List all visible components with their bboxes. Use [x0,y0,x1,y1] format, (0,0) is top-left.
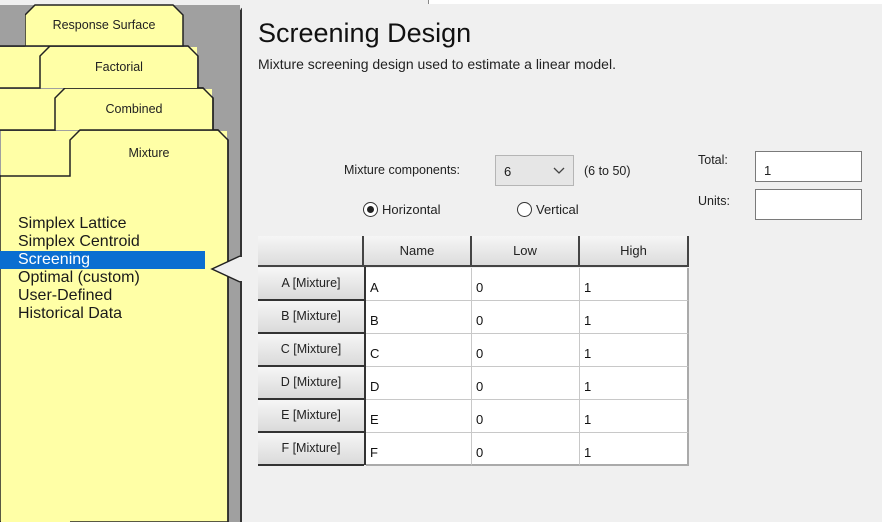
top-strip [428,0,882,4]
cell-high[interactable]: 1 [580,433,689,466]
page-subtitle: Mixture screening design used to estimat… [258,56,616,72]
cell-name[interactable]: B [366,301,472,334]
row-header[interactable]: F [Mixture] [258,433,364,466]
tab-mixture[interactable]: Mixture [70,146,228,160]
cell-high[interactable]: 1 [580,268,689,301]
cell-low[interactable]: 0 [472,367,580,400]
tab-response-surface[interactable]: Response Surface [25,18,183,32]
cell-name[interactable]: A [366,268,472,301]
row-header[interactable]: B [Mixture] [258,301,364,334]
cell-name[interactable]: E [366,400,472,433]
cell-low[interactable]: 0 [472,433,580,466]
row-header[interactable]: E [Mixture] [258,400,364,433]
list-item-optimal-custom[interactable]: Optimal (custom) [0,269,205,287]
units-label: Units: [698,194,730,208]
cell-high[interactable]: 1 [580,301,689,334]
total-input[interactable] [755,151,862,182]
cell-low[interactable]: 0 [472,334,580,367]
tab-factorial[interactable]: Factorial [40,60,198,74]
list-item-user-defined[interactable]: User-Defined [0,287,205,305]
mixture-design-list: Simplex Lattice Simplex Centroid Screeni… [0,215,205,323]
cell-low[interactable]: 0 [472,268,580,301]
total-label: Total: [698,153,728,167]
units-input[interactable] [755,189,862,220]
list-item-screening[interactable]: Screening [0,251,205,269]
list-item-simplex-centroid[interactable]: Simplex Centroid [0,233,205,251]
row-header-separator [364,267,366,465]
radio-vertical[interactable]: Vertical [517,202,579,217]
tab-combined[interactable]: Combined [55,102,213,116]
radio-vertical-label: Vertical [536,202,579,217]
cell-low[interactable]: 0 [472,400,580,433]
radio-selected-icon [363,202,378,217]
cell-name[interactable]: D [366,367,472,400]
cell-name[interactable]: C [366,334,472,367]
radio-unselected-icon [517,202,532,217]
mixture-components-label: Mixture components: [344,163,461,177]
radio-horizontal-label: Horizontal [382,202,441,217]
row-header[interactable]: A [Mixture] [258,268,364,301]
page-title: Screening Design [258,18,472,48]
mixture-components-dropdown[interactable]: 6 [495,155,574,186]
list-item-historical-data[interactable]: Historical Data [0,305,205,323]
components-range-label: (6 to 50) [584,164,631,178]
list-item-simplex-lattice[interactable]: Simplex Lattice [0,215,205,233]
radio-horizontal[interactable]: Horizontal [363,202,441,217]
selection-pointer-icon [210,255,246,283]
row-header[interactable]: D [Mixture] [258,367,364,400]
corner-header [258,236,364,267]
cell-high[interactable]: 1 [580,334,689,367]
cell-high[interactable]: 1 [580,367,689,400]
column-header-high[interactable]: High [580,236,689,267]
cell-low[interactable]: 0 [472,301,580,334]
cell-high[interactable]: 1 [580,400,689,433]
cell-name[interactable]: F [366,433,472,466]
column-header-name[interactable]: Name [364,236,472,267]
column-header-low[interactable]: Low [472,236,580,267]
row-header[interactable]: C [Mixture] [258,334,364,367]
chevron-down-icon [553,167,565,174]
dropdown-value: 6 [504,164,512,179]
